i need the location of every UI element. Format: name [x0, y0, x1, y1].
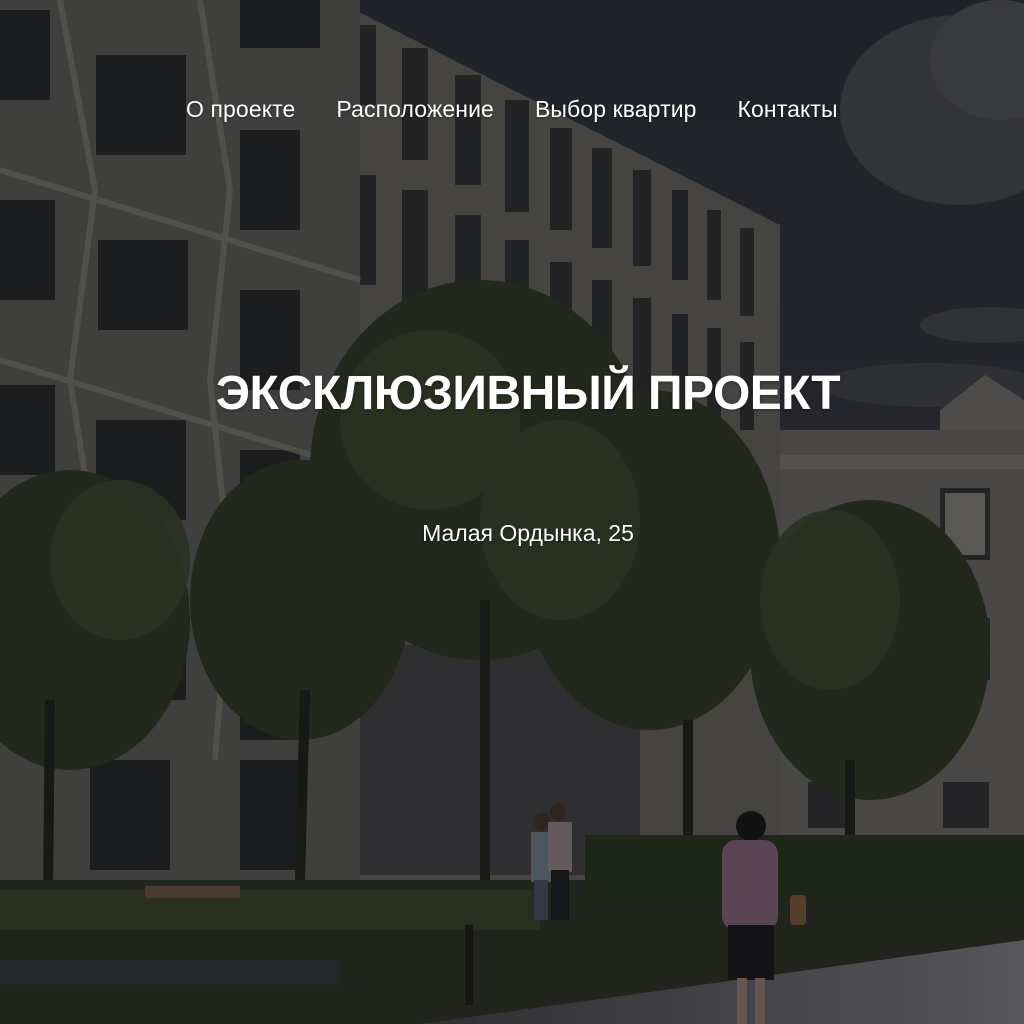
nav-link-about[interactable]: О проекте [186, 96, 295, 123]
hero-address: Малая Ордынка, 25 [422, 520, 634, 546]
hero-section: О проекте Расположение Выбор квартир Кон… [0, 0, 1024, 1024]
hero-dark-overlay [0, 0, 1024, 1024]
hero-title: ЭКСКЛЮЗИВНЫЙ ПРОЕКТ [215, 367, 841, 420]
nav-link-apartments[interactable]: Выбор квартир [535, 96, 697, 123]
nav-link-contacts[interactable]: Контакты [738, 96, 838, 123]
main-navigation: О проекте Расположение Выбор квартир Кон… [186, 96, 838, 123]
nav-link-location[interactable]: Расположение [336, 96, 494, 123]
